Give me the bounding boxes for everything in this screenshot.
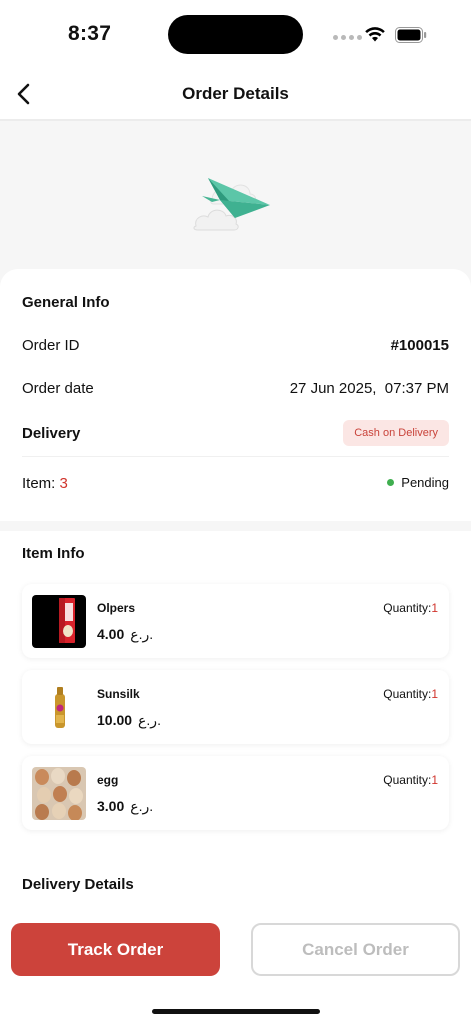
product-price: 3.00 ر.ع.: [97, 798, 153, 815]
item-count-row: Item: 3: [22, 475, 68, 492]
signal-icon: [333, 35, 362, 40]
item-count: 3: [59, 475, 68, 492]
delivery-details-title: Delivery Details: [22, 876, 134, 893]
product-item-sunsilk[interactable]: Sunsilk 10.00 ر.ع. Quantity:1: [22, 670, 449, 744]
dynamic-island: [168, 15, 303, 54]
payment-method-badge: Cash on Delivery: [343, 420, 449, 446]
quantity-value: 1: [431, 773, 438, 787]
product-image: [32, 681, 86, 734]
battery-icon: [395, 27, 427, 43]
page-title: Order Details: [182, 84, 289, 103]
product-quantity: Quantity:1: [383, 601, 438, 615]
price-value: 4.00: [97, 626, 125, 642]
product-quantity: Quantity:1: [383, 687, 438, 701]
item-info-title: Item Info: [22, 545, 85, 562]
wifi-icon: [365, 27, 385, 42]
quantity-label: Quantity:: [383, 773, 432, 787]
item-info-card: Item Info Olpers 4.00 ر.ع. Quantity:1 Su…: [0, 531, 471, 911]
order-status: Pending: [387, 475, 449, 490]
status-time: 8:37: [68, 22, 112, 45]
status-dot-icon: [387, 479, 395, 486]
product-name: Sunsilk: [97, 687, 140, 701]
bottom-action-bar: Track Order Cancel Order: [0, 911, 471, 1024]
price-value: 3.00: [97, 798, 125, 814]
quantity-value: 1: [431, 601, 438, 615]
track-order-button[interactable]: Track Order: [11, 923, 220, 976]
product-image: [32, 595, 86, 648]
delivery-label: Delivery: [22, 425, 81, 442]
general-info-title: General Info: [22, 294, 110, 311]
product-price: 4.00 ر.ع.: [97, 626, 153, 643]
quantity-label: Quantity:: [383, 687, 432, 701]
order-date-value: 27 Jun 2025, 07:37 PM: [289, 380, 449, 397]
divider: [22, 456, 449, 457]
product-image: [32, 767, 86, 820]
currency-label: ر.ع.: [138, 712, 161, 728]
cancel-order-button[interactable]: Cancel Order: [251, 923, 460, 976]
item-label: Item:: [22, 475, 56, 492]
product-item-olpers[interactable]: Olpers 4.00 ر.ع. Quantity:1: [22, 584, 449, 658]
home-indicator[interactable]: [152, 1009, 320, 1014]
nav-bar: Order Details: [0, 70, 471, 121]
order-id-label: Order ID: [22, 337, 80, 354]
order-date-label: Order date: [22, 380, 94, 397]
product-name: egg: [97, 773, 119, 787]
order-status-label: Pending: [401, 475, 449, 490]
quantity-label: Quantity:: [383, 601, 432, 615]
paper-plane-icon: [193, 178, 270, 231]
product-price: 10.00 ر.ع.: [97, 712, 161, 729]
general-info-card: General Info Order ID #100015 Order date…: [0, 269, 471, 521]
quantity-value: 1: [431, 687, 438, 701]
order-id-value: #100015: [390, 337, 449, 354]
currency-label: ر.ع.: [130, 626, 154, 642]
product-name: Olpers: [97, 601, 136, 615]
currency-label: ر.ع.: [130, 798, 154, 814]
product-quantity: Quantity:1: [383, 773, 438, 787]
product-item-egg[interactable]: egg 3.00 ر.ع. Quantity:1: [22, 756, 449, 830]
status-bar: 8:37: [0, 0, 471, 70]
price-value: 10.00: [97, 712, 133, 728]
